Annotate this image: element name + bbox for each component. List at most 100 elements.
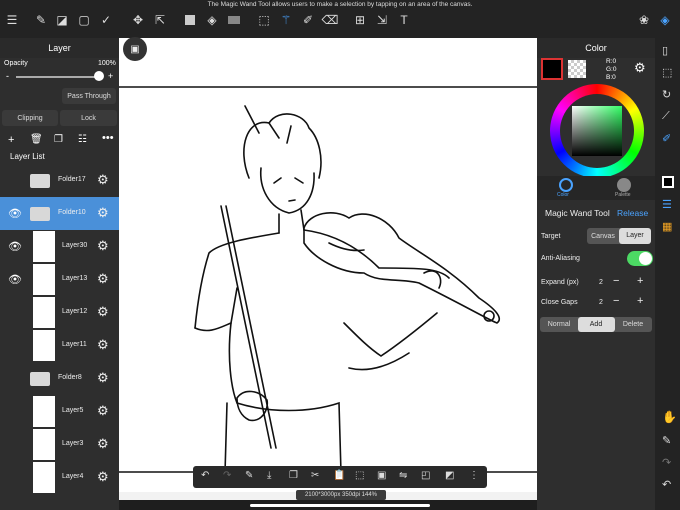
materials-icon[interactable]: ❀ (636, 12, 652, 28)
select-rect-icon[interactable]: ⬚ (256, 12, 272, 28)
menu-icon[interactable]: ☰ (4, 12, 20, 28)
tab-palette-icon[interactable] (617, 178, 631, 192)
layer-settings-gear-icon[interactable]: ⚙ (97, 271, 109, 287)
layer-list-icon[interactable]: ☷ (78, 134, 87, 145)
gradient-icon[interactable] (226, 12, 242, 28)
canvas-fit-icon[interactable]: ◰ (421, 470, 430, 481)
primary-color-swatch[interactable] (541, 58, 563, 80)
opacity-plus[interactable]: + (108, 71, 113, 81)
layer-settings-gear-icon[interactable]: ⚙ (97, 436, 109, 452)
ruler-icon[interactable]: ⟋ (662, 110, 670, 123)
text-icon[interactable]: T (396, 12, 412, 28)
fill-bucket-icon[interactable]: ◈ (204, 12, 220, 28)
expand-plus[interactable]: + (637, 275, 643, 287)
color-swatch-icon[interactable] (182, 12, 198, 28)
file-icon[interactable]: ▯ (662, 44, 668, 57)
clipping-button[interactable]: Clipping (2, 110, 58, 126)
lock-button[interactable]: Lock (60, 110, 117, 126)
undo-side-icon[interactable]: ↶ (662, 478, 671, 491)
eyedropper-side-icon[interactable]: ✎ (662, 434, 671, 447)
hand-select-icon[interactable]: ⇲ (374, 12, 390, 28)
color-settings-gear-icon[interactable]: ⚙ (634, 60, 646, 76)
add-layer-icon[interactable]: + (8, 134, 14, 146)
delete-layer-icon[interactable]: 🗑 (30, 134, 43, 145)
operation-icon[interactable]: ⊞ (352, 12, 368, 28)
select-pen-icon[interactable]: ✐ (300, 12, 316, 28)
layer-settings-gear-icon[interactable]: ⚙ (97, 304, 109, 320)
layer-item[interactable]: Layer4 ⚙ (0, 461, 119, 494)
transform-icon[interactable]: ⇱ (152, 12, 168, 28)
layer-item[interactable]: Layer5 ⚙ (0, 395, 119, 428)
flip-icon[interactable]: ⇋ (399, 470, 407, 481)
visibility-eye-icon[interactable]: 👁 (8, 273, 22, 286)
layer-item[interactable]: Layer11 ⚙ (0, 329, 119, 362)
cut-icon[interactable]: ✂ (311, 470, 319, 481)
edit-icon[interactable]: ◩ (445, 470, 454, 481)
hand-icon[interactable]: ✋ (662, 410, 677, 424)
move-icon[interactable]: ✥ (130, 12, 146, 28)
target-layer[interactable]: Layer (619, 228, 651, 244)
undo-icon[interactable]: ↶ (201, 470, 209, 481)
layer-settings-gear-icon[interactable]: ⚙ (97, 205, 109, 221)
gaps-minus[interactable]: − (613, 295, 619, 307)
layer-settings-gear-icon[interactable]: ⚙ (97, 337, 109, 353)
layer-item[interactable]: 👁 Layer13 ⚙ (0, 263, 119, 296)
layer-settings-gear-icon[interactable]: ⚙ (97, 403, 109, 419)
select-eraser-icon[interactable]: ⌫ (322, 12, 339, 28)
color-panel-icon[interactable] (662, 176, 674, 188)
deselect-icon[interactable]: ⬚ (355, 470, 364, 481)
copy-icon[interactable]: ❐ (289, 470, 298, 481)
expand-minus[interactable]: − (613, 275, 619, 287)
eraser-icon[interactable]: ◪ (54, 12, 70, 28)
opacity-minus[interactable]: - (6, 71, 9, 81)
target-canvas[interactable]: Canvas (587, 233, 619, 240)
tab-palette-label[interactable]: Palette (615, 192, 631, 198)
antialias-toggle[interactable] (627, 251, 653, 266)
mode-normal[interactable]: Normal (541, 321, 578, 328)
duplicate-layer-icon[interactable]: ❐ (54, 134, 63, 145)
rotate-icon[interactable]: ↻ (662, 88, 671, 101)
layer-settings-gear-icon[interactable]: ⚙ (97, 370, 109, 386)
blend-mode-select[interactable]: Pass Through (62, 88, 116, 104)
gaps-plus[interactable]: + (637, 295, 643, 307)
layer-item[interactable]: Layer12 ⚙ (0, 296, 119, 329)
redo-side-icon[interactable]: ↷ (662, 456, 671, 469)
color-wheel[interactable] (550, 84, 644, 178)
more-icon[interactable]: ••• (102, 132, 114, 144)
shape-icon[interactable]: ▢ (76, 12, 92, 28)
saturation-square[interactable] (572, 106, 622, 156)
layers-icon[interactable]: ◈ (657, 12, 673, 28)
tab-color-label[interactable]: Color (557, 192, 569, 198)
layer-item[interactable]: 👁 Layer30 ⚙ (0, 230, 119, 263)
secondary-color-swatch[interactable] (568, 60, 586, 78)
magic-wand-icon[interactable]: ⚚ (278, 12, 294, 28)
layer-item[interactable]: Folder17 ⚙ (0, 164, 119, 197)
canvas[interactable] (119, 38, 537, 492)
layer-settings-gear-icon[interactable]: ⚙ (97, 172, 109, 188)
opacity-slider-knob[interactable] (94, 71, 104, 81)
paste-icon[interactable]: 📋 (333, 470, 345, 481)
release-button[interactable]: Release (617, 208, 648, 218)
pen-snap-icon[interactable]: ✐ (662, 132, 671, 145)
layer-item[interactable]: Folder8 ⚙ (0, 362, 119, 395)
canvas-view-icon[interactable]: ▣ (123, 37, 147, 61)
layer-panel-icon[interactable]: ▦ (662, 220, 672, 233)
layer-settings-gear-icon[interactable]: ⚙ (97, 238, 109, 254)
eyedropper-icon[interactable]: ✎ (245, 470, 253, 481)
redo-icon[interactable]: ↷ (223, 470, 231, 481)
select-icon[interactable]: ⬚ (662, 66, 672, 79)
layer-item[interactable]: Layer3 ⚙ (0, 428, 119, 461)
visibility-eye-icon[interactable]: 👁 (8, 207, 22, 220)
layer-settings-gear-icon[interactable]: ⚙ (97, 469, 109, 485)
visibility-eye-icon[interactable]: 👁 (8, 240, 22, 253)
brush-icon[interactable]: ✎ (33, 12, 49, 28)
tab-color-icon[interactable] (559, 178, 573, 192)
mode-add[interactable]: Add (577, 317, 615, 332)
mode-delete[interactable]: Delete (615, 321, 652, 328)
invert-selection-icon[interactable]: ▣ (377, 470, 386, 481)
brush-panel-icon[interactable]: ☰ (662, 198, 672, 211)
layer-item[interactable]: 👁 Folder10 ⚙ (0, 197, 119, 230)
opacity-slider[interactable] (16, 76, 102, 78)
grip-icon[interactable]: ⋮ (469, 470, 479, 481)
download-icon[interactable]: ⤓ (267, 470, 271, 481)
